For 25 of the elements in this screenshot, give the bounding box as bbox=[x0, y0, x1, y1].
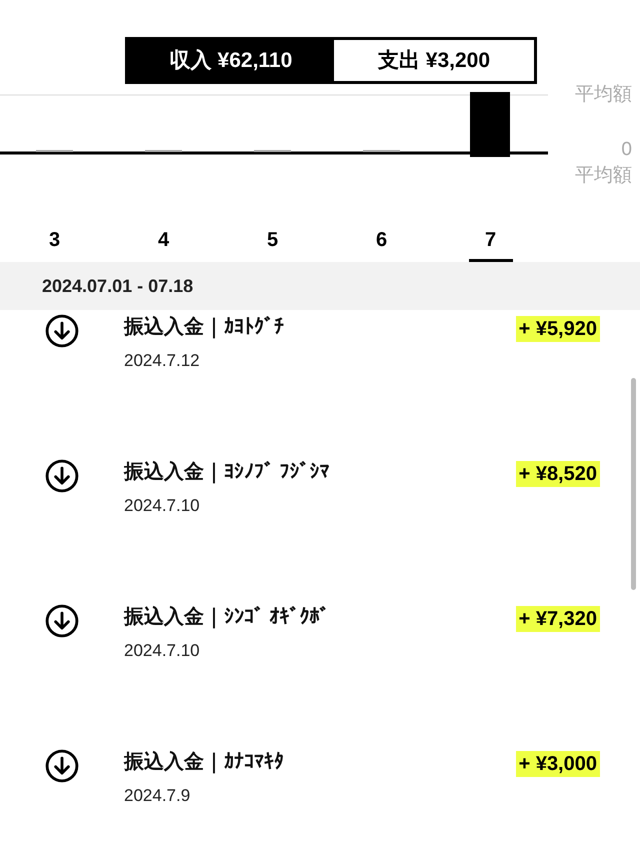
transaction-amount: + ¥3,000 bbox=[516, 751, 600, 777]
transaction-date: 2024.7.9 bbox=[124, 785, 192, 807]
period-label: 2024.07.01 - 07.18 bbox=[42, 274, 194, 298]
expense-total: 支出 ¥3,200 bbox=[334, 40, 534, 81]
month-tab[interactable]: 4 bbox=[109, 225, 218, 262]
transaction-amount: + ¥5,920 bbox=[516, 316, 600, 342]
transaction-title: 振込入金｜ｼﾝｺﾞ ｵｷﾞｸﾎﾞ bbox=[124, 605, 331, 630]
transaction-date: 2024.7.10 bbox=[124, 495, 201, 517]
scrollbar[interactable] bbox=[631, 378, 636, 590]
transaction-title: 振込入金｜ｶﾅｺﾏｷﾀ bbox=[124, 750, 285, 776]
transaction-title: 振込入金｜ｶﾖﾄｸﾞﾁ bbox=[124, 315, 285, 340]
chart-bar bbox=[470, 92, 510, 157]
transaction-amount: + ¥8,520 bbox=[516, 461, 600, 487]
transaction-amount: + ¥7,320 bbox=[516, 606, 600, 632]
month-tab[interactable]: 7 bbox=[436, 225, 545, 262]
zero-label: 0 bbox=[621, 138, 632, 162]
month-tab[interactable]: 6 bbox=[327, 225, 436, 262]
month-tab[interactable]: 5 bbox=[218, 225, 327, 262]
average-label: 平均額 bbox=[575, 83, 632, 107]
transaction-date: 2024.7.12 bbox=[124, 350, 201, 372]
average-label: 平均額 bbox=[575, 164, 632, 188]
income-total: 収入 ¥62,110 bbox=[168, 48, 294, 74]
transaction-title: 振込入金｜ﾖｼﾉﾌﾞ ﾌｼﾞｼﾏ bbox=[124, 460, 331, 486]
month-tab[interactable]: 3 bbox=[0, 225, 109, 262]
transaction-date: 2024.7.10 bbox=[124, 640, 201, 662]
